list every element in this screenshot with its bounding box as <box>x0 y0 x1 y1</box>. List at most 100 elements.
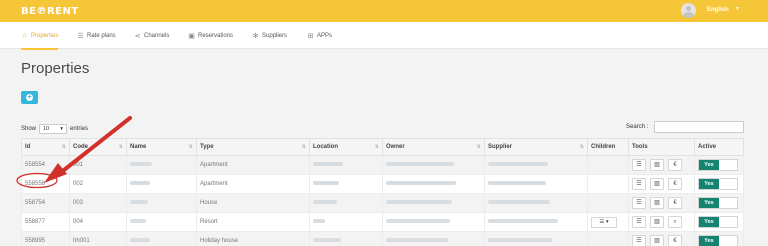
sort-icon: ⇅ <box>118 144 123 150</box>
image-icon[interactable]: ▨ <box>650 216 664 228</box>
image-icon[interactable]: ▨ <box>650 197 664 209</box>
redacted-text <box>386 162 454 167</box>
page-length-select[interactable]: 10 ▾ <box>39 124 68 134</box>
sort-icon: ⇅ <box>374 144 379 150</box>
cell-owner <box>382 155 485 175</box>
column-label: Owner <box>386 144 405 150</box>
active-toggle[interactable]: Yes <box>698 178 738 190</box>
image-icon[interactable]: ▨ <box>650 235 664 246</box>
nav-label: Channels <box>144 32 170 39</box>
list-icon[interactable]: ☰ <box>632 197 646 209</box>
active-toggle[interactable]: Yes <box>698 197 738 209</box>
search-label: Search : <box>626 124 649 130</box>
redacted-text <box>130 181 150 186</box>
nav-item-properties[interactable]: ⌂ Properties <box>21 22 59 50</box>
cell-supplier <box>484 212 588 232</box>
image-icon[interactable]: ▨ <box>650 178 664 190</box>
show-label: Show <box>21 126 37 132</box>
cell-type: Holiday house <box>196 231 310 246</box>
sort-icon: ⇅ <box>61 144 66 150</box>
avatar-body <box>683 12 694 18</box>
redacted-text <box>488 181 546 186</box>
cell-children: ☰ ▾ <box>587 212 629 232</box>
active-toggle[interactable]: Yes <box>698 216 738 228</box>
cell-id: 558558 <box>21 174 70 194</box>
cell-name <box>126 193 197 213</box>
language-selector[interactable]: English <box>707 7 729 13</box>
euro-icon[interactable]: € <box>668 197 682 209</box>
column-header-children[interactable]: Children <box>587 138 629 156</box>
chevron-down-icon[interactable]: ▼ <box>735 6 740 12</box>
page-title: Properties <box>21 60 90 77</box>
column-label: Active <box>698 144 717 150</box>
cell-children <box>587 174 629 194</box>
column-label: Supplier <box>488 144 513 150</box>
nav-item-suppliers[interactable]: ✻ Suppliers <box>252 22 287 49</box>
cell-name <box>126 231 197 246</box>
user-avatar[interactable] <box>681 3 696 18</box>
euro-icon[interactable]: € <box>668 235 682 246</box>
column-header-tools: Tools <box>628 138 695 156</box>
toggle-on-label: Yes <box>699 217 719 227</box>
nav-item-channels[interactable]: ⋖ Channels <box>134 22 170 49</box>
cell-owner <box>382 193 485 213</box>
page-length-control: Show 10 ▾ entries <box>21 124 88 134</box>
cell-code: 003 <box>69 193 127 213</box>
zoom-icon[interactable]: ⌕ <box>668 216 682 228</box>
clipboard-icon: ▣ <box>188 32 195 40</box>
euro-icon[interactable]: € <box>668 159 682 171</box>
cell-location <box>309 193 383 213</box>
list-icon[interactable]: ☰ <box>632 235 646 246</box>
cell-active: Yes <box>694 174 744 194</box>
add-property-button[interactable]: + <box>21 91 38 104</box>
redacted-text <box>488 162 548 167</box>
nav-label: Reservations <box>198 32 234 39</box>
entries-label: entries <box>70 126 89 132</box>
column-header-supplier[interactable]: Supplier ⇅ <box>484 138 588 156</box>
column-header-location[interactable]: Location ⇅ <box>309 138 383 156</box>
cell-location <box>309 231 383 246</box>
cell-owner <box>382 231 485 246</box>
list-icon: ☰ <box>77 32 84 40</box>
table-row: 558995 hh001 Holiday house ☰ ▨ € Yes <box>21 231 744 246</box>
column-header-active[interactable]: Active <box>694 138 744 156</box>
column-header-id[interactable]: Id ⇅ <box>21 138 70 156</box>
nav-item-rate-plans[interactable]: ☰ Rate plans <box>77 22 115 49</box>
children-dropdown-button[interactable]: ☰ ▾ <box>591 216 617 228</box>
table-row: 558754 003 House ☰ ▨ € Yes <box>21 193 744 213</box>
euro-icon[interactable]: € <box>668 178 682 190</box>
share-icon: ⋖ <box>134 32 141 40</box>
active-toggle[interactable]: Yes <box>698 235 738 246</box>
redacted-text <box>130 219 146 224</box>
cell-supplier <box>484 231 588 246</box>
list-icon[interactable]: ☰ <box>632 159 646 171</box>
image-icon[interactable]: ▨ <box>650 159 664 171</box>
nav-label: Properties <box>31 32 59 39</box>
list-icon[interactable]: ☰ <box>632 178 646 190</box>
cell-code: 004 <box>69 212 127 232</box>
active-toggle[interactable]: Yes <box>698 159 738 171</box>
app-logo[interactable]: BE℗RENT <box>21 6 79 17</box>
column-header-type[interactable]: Type ⇅ <box>196 138 310 156</box>
nav-item-apps[interactable]: ⊞ APPs <box>307 22 332 49</box>
nav-item-reservations[interactable]: ▣ Reservations <box>188 22 233 49</box>
column-label: Location <box>313 144 338 150</box>
column-header-code[interactable]: Code ⇅ <box>69 138 127 156</box>
cell-tools: ☰ ▨ ⌕ <box>628 212 695 232</box>
cell-code: 002 <box>69 174 127 194</box>
column-label: Tools <box>632 144 648 150</box>
cell-owner <box>382 212 485 232</box>
list-icon[interactable]: ☰ <box>632 216 646 228</box>
column-label: Name <box>130 144 147 150</box>
toggle-on-label: Yes <box>699 198 719 208</box>
cell-id: 558754 <box>21 193 70 213</box>
cell-id: 558554 <box>21 155 70 175</box>
search-input[interactable] <box>654 121 744 133</box>
column-header-owner[interactable]: Owner ⇅ <box>382 138 485 156</box>
table-row: 558877 004 Resort ☰ ▾ ☰ ▨ ⌕ Yes <box>21 212 744 232</box>
cell-name <box>126 212 197 232</box>
cell-type: House <box>196 193 310 213</box>
cell-tools: ☰ ▨ € <box>628 231 695 246</box>
column-header-name[interactable]: Name ⇅ <box>126 138 197 156</box>
redacted-text <box>386 238 448 243</box>
